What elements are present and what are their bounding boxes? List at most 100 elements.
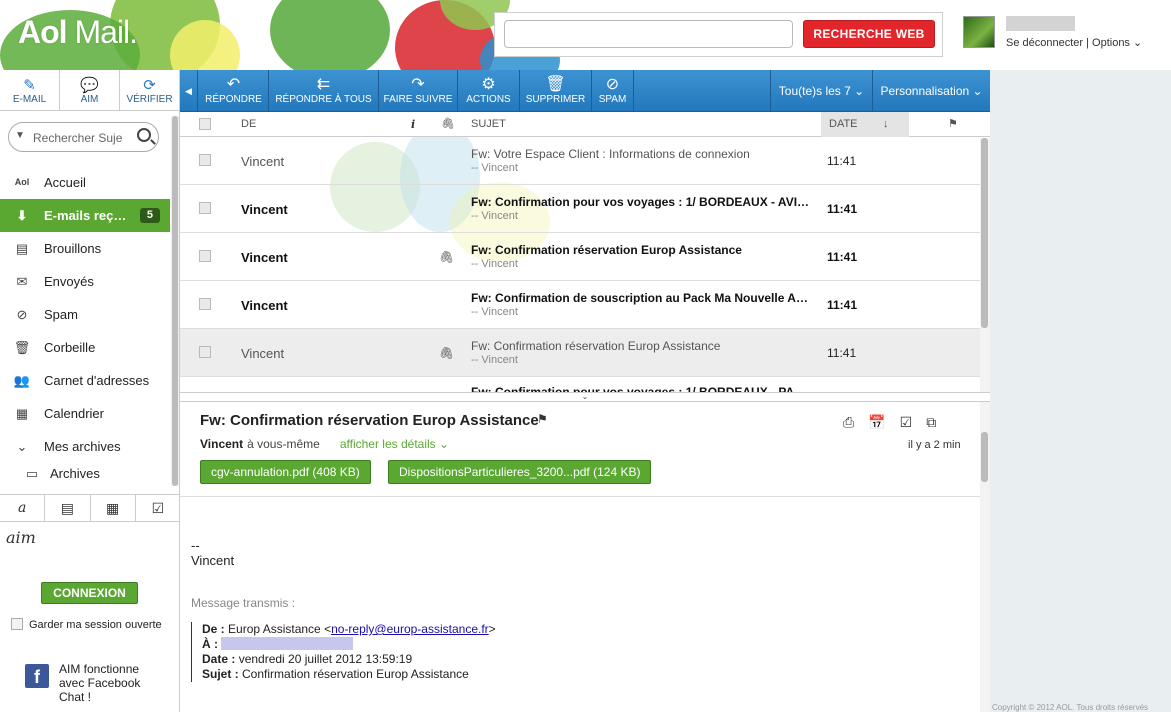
list-item[interactable]: Vincent Fw: Votre Espace Client : Inform… — [180, 137, 980, 185]
aol-mail-logo[interactable]: Aol Mail. — [18, 14, 138, 51]
mail-search-placeholder: Rechercher Suje — [33, 131, 123, 145]
trash-icon: 🗑 — [545, 76, 566, 93]
forward-button[interactable]: ↷ FAIRE SUIVRE — [379, 70, 458, 112]
copyright: Copyright © 2012 AOL. Tous droits réserv… — [992, 703, 1149, 712]
row-checkbox[interactable] — [199, 154, 211, 169]
add-to-calendar-icon[interactable]: 📅 — [868, 414, 885, 430]
sidebar-item-my-archives[interactable]: ⌄ Mes archives — [0, 430, 170, 463]
message-age: il y a 2 min — [908, 439, 961, 451]
aim-connect-button[interactable]: CONNEXION — [41, 582, 138, 604]
tab-calendar[interactable]: ▦ — [91, 495, 136, 521]
row-time: 11:41 — [827, 154, 857, 168]
sidebar-scrollbar[interactable] — [171, 116, 179, 486]
sidebar-item-drafts[interactable]: ▤ Brouillons — [0, 232, 170, 265]
sidebar-item-sent[interactable]: ✉ Envoyés — [0, 265, 170, 298]
sender-name[interactable]: Vincent — [200, 437, 243, 451]
row-checkbox[interactable] — [199, 250, 211, 265]
check-mail-button[interactable]: ⟳ VÉRIFIER — [120, 70, 179, 110]
reply-all-button[interactable]: ⇇ RÉPONDRE À TOUS — [269, 70, 379, 112]
aim-button[interactable]: 💬 AIM — [60, 70, 120, 110]
mail-search-input[interactable]: ▼ Rechercher Suje — [8, 122, 159, 152]
avatar[interactable] — [963, 16, 995, 48]
reader-scrollbar[interactable] — [980, 402, 990, 712]
attachment-icon: 🖇 — [439, 250, 455, 264]
collapse-sidebar-button[interactable]: ◀ — [180, 70, 198, 112]
row-subject: Fw: Confirmation réservation Europ Assis… — [471, 339, 721, 353]
facebook-chat-promo[interactable]: AIM fonctionne avec Facebook Chat ! — [59, 662, 159, 704]
row-preview: -- Vincent — [471, 306, 518, 318]
row-from: Vincent — [241, 250, 288, 265]
sidebar-item-archives[interactable]: ▭ Archives — [0, 463, 170, 485]
flag-icon[interactable]: ⚑ — [537, 412, 548, 426]
check-label: VÉRIFIER — [126, 94, 173, 105]
compose-label: E-MAIL — [12, 94, 47, 105]
reply-button[interactable]: ↶ RÉPONDRE — [199, 70, 269, 112]
actions-label: ACTIONS — [466, 94, 511, 105]
column-from[interactable]: DE — [241, 112, 256, 137]
chevron-down-icon: ⌄ — [16, 439, 28, 454]
column-date[interactable]: DATE ↓ — [821, 112, 909, 137]
list-item[interactable]: Vincent Fw: Confirmation de souscription… — [180, 281, 980, 329]
sidebar-item-contacts[interactable]: 👥 Carnet d'adresses — [0, 364, 170, 397]
forwarded-header: De : Europ Assistance <no-reply@europ-as… — [191, 622, 496, 682]
list-item[interactable]: Vincent 🖇 Fw: Confirmation réservation E… — [180, 233, 980, 281]
sidebar-item-inbox[interactable]: ⬇ E-mails reç… 5 — [0, 199, 170, 232]
pane-splitter[interactable]: ⌄ — [180, 392, 990, 402]
keep-session-checkbox[interactable] — [11, 618, 23, 630]
reader-scroll-thumb[interactable] — [981, 432, 988, 482]
tab-contact-card[interactable]: ▤ — [45, 495, 91, 521]
fwd-from-name: Europ Assistance < — [228, 622, 332, 636]
compose-button[interactable]: ✎ E-MAIL — [0, 70, 60, 110]
actions-button[interactable]: ⚙ ACTIONS — [458, 70, 520, 112]
web-search-input[interactable] — [504, 20, 793, 48]
fwd-date: vendredi 20 juillet 2012 13:59:19 — [238, 652, 413, 666]
list-item[interactable]: Vincent 🖇 Fw: Confirmation réservation E… — [180, 329, 980, 377]
customize-dropdown[interactable]: Personnalisation ⌄ — [872, 70, 990, 112]
unread-count-badge: 5 — [139, 208, 160, 223]
column-subject[interactable]: SUJET — [471, 112, 506, 137]
tab-tasks[interactable]: ☑ — [136, 495, 180, 521]
info-icon[interactable]: i — [411, 112, 415, 137]
row-subject: Fw: Votre Espace Client : Informations d… — [471, 147, 750, 161]
row-time: 11:41 — [827, 346, 857, 360]
sidebar-item-calendar[interactable]: ▦ Calendrier — [0, 397, 170, 430]
sidebar-item-accueil[interactable]: Aol Accueil — [0, 166, 170, 199]
sidebar-item-label: E-mails reç… — [44, 208, 127, 223]
search-icon[interactable] — [137, 128, 151, 142]
filter-dropdown[interactable]: Tou(te)s les 7 ⌄ — [770, 70, 872, 112]
keep-session-option[interactable]: Garder ma session ouverte — [11, 618, 162, 631]
list-scroll-thumb[interactable] — [981, 138, 988, 328]
row-time: 11:41 — [827, 250, 858, 264]
sidebar-scroll-thumb[interactable] — [172, 116, 178, 486]
flag-icon[interactable]: ⚑ — [948, 112, 958, 137]
attachment-button[interactable]: DispositionsParticulieres_3200...pdf (12… — [388, 460, 652, 484]
show-details-link[interactable]: afficher les détails ⌄ — [340, 437, 449, 451]
web-search-button[interactable]: RECHERCHE WEB — [803, 20, 935, 48]
row-checkbox[interactable] — [199, 298, 211, 313]
user-links[interactable]: Se déconnecter | Options ⌄ — [1006, 36, 1142, 49]
open-new-window-icon[interactable]: ⧉ — [926, 414, 936, 430]
forwarded-label: Message transmis : — [191, 596, 296, 610]
tab-aim[interactable]: a — [0, 495, 46, 521]
row-checkbox[interactable] — [199, 346, 211, 361]
row-from: Vincent — [241, 154, 285, 169]
send-to-tasks-icon[interactable]: ☑ — [900, 414, 913, 430]
sidebar-item-label: Mes archives — [44, 439, 121, 454]
select-all-checkbox[interactable] — [199, 118, 211, 133]
row-checkbox[interactable] — [199, 202, 211, 217]
spam-button[interactable]: ⊘ SPAM — [592, 70, 634, 112]
chevron-down-icon[interactable]: ▼ — [15, 130, 25, 141]
list-item[interactable]: Vincent Fw: Confirmation pour vos voyage… — [180, 185, 980, 233]
paperclip-icon[interactable]: 🖇 — [441, 112, 455, 137]
sidebar-item-trash[interactable]: 🗑 Corbeille — [0, 331, 170, 364]
list-scrollbar[interactable] — [980, 138, 990, 394]
print-icon[interactable]: ⎙ — [843, 414, 854, 430]
delete-button[interactable]: 🗑 SUPPRIMER — [520, 70, 592, 112]
fwd-from-email-link[interactable]: no-reply@europ-assistance.fr — [331, 622, 489, 636]
attachment-button[interactable]: cgv-annulation.pdf (408 KB) — [200, 460, 371, 484]
row-preview: -- Vincent — [471, 162, 518, 174]
sidebar-item-spam[interactable]: ⊘ Spam — [0, 298, 170, 331]
folder-icon: ▭ — [25, 466, 39, 481]
decor-blob — [270, 0, 390, 70]
row-subject: Fw: Confirmation de souscription au Pack… — [471, 291, 811, 305]
